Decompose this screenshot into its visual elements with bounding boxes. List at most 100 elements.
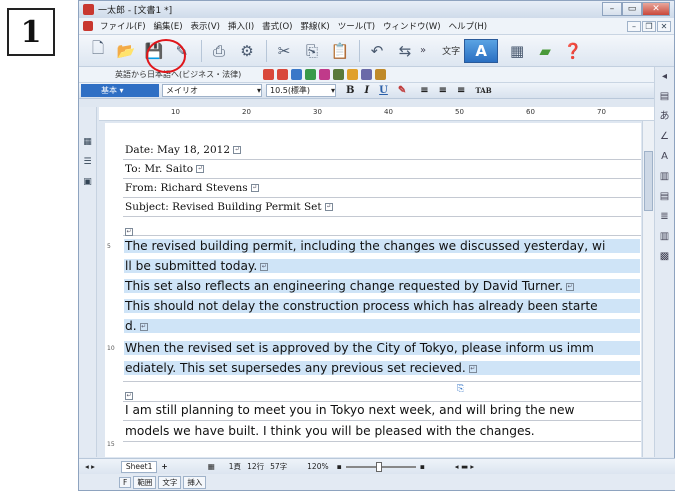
menu-tools[interactable]: ツール(T) [334, 20, 379, 32]
font-select[interactable]: メイリオ ▾ [162, 84, 262, 97]
translate-tools [263, 69, 387, 80]
palette-icon-5[interactable]: ▥ [655, 167, 674, 187]
translate-icon[interactable] [263, 69, 275, 80]
search-icon[interactable] [333, 69, 345, 80]
zoom-slider-thumb[interactable] [375, 461, 382, 472]
underline-button[interactable]: U [379, 85, 388, 96]
ruler-mark: 60 [526, 108, 535, 116]
paragraph-mark-icon: ↵ [250, 184, 259, 192]
copy-icon[interactable]: ⎘ [299, 39, 325, 63]
minimize-icon[interactable]: – [602, 2, 622, 16]
page-icon[interactable]: ▣ [82, 177, 94, 187]
selected-line: When the revised set is approved by the … [124, 341, 640, 355]
palette-icon-8[interactable]: ▥ [655, 227, 674, 247]
palette-icon-9[interactable]: ▩ [655, 247, 674, 267]
mode-function[interactable]: F [119, 476, 132, 488]
redo-icon[interactable]: ⇆ [392, 39, 418, 63]
window-title: 一太郎 - [文書1 *] [98, 6, 173, 16]
mode-insert[interactable]: 挿入 [183, 475, 207, 489]
thumbnail-icon[interactable]: ▦ [82, 137, 94, 147]
menu-insert[interactable]: 挿入(I) [224, 20, 258, 32]
close-icon[interactable]: ✕ [642, 2, 670, 16]
selected-line: This set also reflects an engineering ch… [124, 279, 640, 293]
print-preview-icon[interactable]: ⚙ [234, 39, 260, 63]
line-rule [123, 401, 641, 402]
character-mode-button[interactable]: A [464, 38, 499, 63]
translate-direction[interactable]: 英語から日本語へ(ビジネス・法律) [115, 69, 241, 80]
view-icon[interactable]: ▦ [208, 462, 215, 471]
doc-restore-icon[interactable]: ❐ [642, 21, 656, 32]
palette-icon-6[interactable]: ▤ [655, 187, 674, 207]
page-count: 1頁 [228, 462, 242, 471]
menu-ruled-line[interactable]: 罫線(K) [296, 20, 333, 32]
palette-icon-7[interactable]: ≣ [655, 207, 674, 227]
doc-close-icon[interactable]: ✕ [657, 21, 671, 32]
paragraph-mark-icon: ↵ [565, 282, 574, 291]
glossary-icon[interactable] [305, 69, 317, 80]
new-document-icon[interactable]: 🗋 [85, 39, 111, 63]
scroll-thumb[interactable] [644, 151, 653, 211]
selected-line: ll be submitted today. ↵ [124, 259, 640, 273]
outline-icon[interactable]: ☰ [82, 157, 94, 167]
highlight-icon[interactable]: ✎ [398, 85, 406, 96]
paste-icon[interactable]: 📋 [327, 39, 353, 63]
help-icon[interactable]: ❓ [560, 39, 586, 63]
register-icon[interactable] [319, 69, 331, 80]
open-folder-icon[interactable]: 📂 [113, 39, 139, 63]
undo-icon[interactable]: ↶ [364, 39, 390, 63]
size-value: 10.5(標準) [270, 86, 311, 95]
mode-label: 文字 [442, 47, 461, 57]
palette-icon-4[interactable]: A [655, 147, 674, 167]
italic-button[interactable]: I [364, 85, 369, 96]
body-text: models we have built. I think you will b… [125, 424, 535, 438]
menu-format[interactable]: 書式(O) [258, 20, 296, 32]
maximize-icon[interactable]: ▭ [622, 2, 642, 16]
sheet-name: Sheet1 [125, 462, 153, 471]
bold-button[interactable]: B [346, 85, 354, 96]
menu-file[interactable]: ファイル(F) [96, 20, 150, 32]
palette-icon-1[interactable]: ▤ [655, 87, 674, 107]
menu-help[interactable]: ヘルプ(H) [445, 20, 492, 32]
zoom-slider[interactable] [345, 461, 416, 472]
smart-tag-icon[interactable]: ⎘ [457, 384, 464, 394]
align-center-icon[interactable]: ≡ [439, 85, 447, 96]
menu-window[interactable]: ウィンドウ(W) [379, 20, 445, 32]
dictionary-icon[interactable] [291, 69, 303, 80]
paragraph-mark-icon: ↵ [139, 322, 148, 331]
zoom-out-icon[interactable]: ▪ [337, 462, 342, 471]
doc-minimize-icon[interactable]: – [627, 21, 641, 32]
table-icon[interactable]: ▦ [504, 39, 530, 63]
sheet-tab[interactable]: Sheet1 [120, 460, 158, 473]
horizontal-ruler[interactable]: 10 20 30 40 50 60 70 [99, 107, 654, 121]
zoom-level[interactable]: 120% [307, 462, 328, 471]
align-right-icon[interactable]: ≡ [457, 85, 465, 96]
window-controls: – ▭ ✕ [602, 2, 670, 16]
info-icon[interactable] [375, 69, 387, 80]
collapse-icon[interactable]: ◂ [655, 67, 674, 87]
menu-view[interactable]: 表示(V) [187, 20, 224, 32]
add-sheet-icon[interactable]: + [161, 462, 167, 471]
vertical-scrollbar[interactable] [642, 121, 654, 457]
sheet-nav-icon[interactable]: ◂ ▸ [85, 462, 95, 471]
more-tools-chevron[interactable]: » [420, 45, 426, 56]
body-line: models we have built. I think you will b… [125, 424, 535, 438]
translate-reverse-icon[interactable] [277, 69, 289, 80]
mode-range[interactable]: 範囲 [133, 475, 157, 489]
zoom-in-icon[interactable]: ▪ [420, 462, 425, 471]
hscroll-icon[interactable]: ◂ ▬ ▸ [455, 462, 474, 471]
settings-icon[interactable] [361, 69, 373, 80]
palette-icon-2[interactable]: あ [655, 107, 674, 127]
tab-setting-icon[interactable]: TAB [475, 86, 491, 95]
mode-text[interactable]: 文字 [158, 475, 182, 489]
line-rule [123, 235, 641, 236]
align-left-icon[interactable]: ≡ [420, 85, 428, 96]
cut-icon[interactable]: ✂ [271, 39, 297, 63]
menu-edit[interactable]: 編集(E) [150, 20, 187, 32]
size-select[interactable]: 10.5(標準) ▾ [266, 84, 336, 97]
format-icon[interactable]: ▰ [532, 39, 558, 63]
print-icon[interactable]: ⎙ [206, 39, 232, 63]
palette-icon-3[interactable]: ∠ [655, 127, 674, 147]
speech-icon[interactable] [347, 69, 359, 80]
document-area[interactable]: 5 10 15 Date: May 18, 2012 ↵ To: Mr. Sait… [105, 123, 641, 457]
style-select[interactable]: 基本 ▾ [81, 84, 159, 97]
